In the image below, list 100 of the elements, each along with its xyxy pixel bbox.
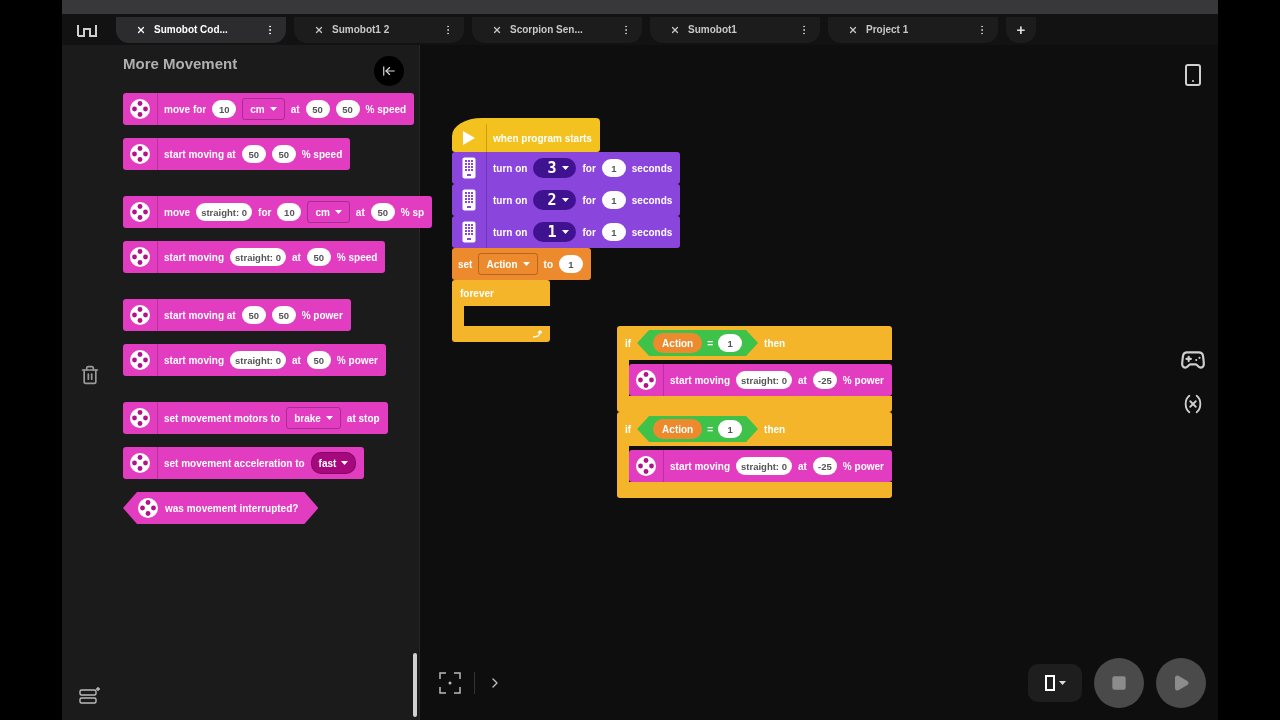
- close-icon[interactable]: [136, 24, 146, 35]
- block-label: when program starts: [493, 132, 592, 144]
- matrix-dropdown[interactable]: 1: [533, 222, 577, 242]
- dropdown[interactable]: cm: [307, 201, 350, 223]
- dropdown[interactable]: cm: [242, 98, 285, 120]
- code-block[interactable]: start moving straight: 0 at 50 % power: [123, 344, 386, 376]
- block-label: start moving: [164, 354, 224, 366]
- block-label: =: [707, 337, 714, 349]
- wheel-icon: [635, 369, 657, 391]
- block-label: start moving: [670, 374, 730, 386]
- value-input[interactable]: 1: [559, 255, 583, 273]
- value-input[interactable]: 1: [718, 334, 743, 352]
- variables-button[interactable]: [1182, 393, 1204, 415]
- value-input[interactable]: straight: 0: [196, 203, 253, 221]
- block-label: move for: [164, 103, 207, 115]
- block-label: % power: [301, 309, 343, 321]
- block-label: for: [582, 194, 596, 206]
- block-label: turn on: [493, 226, 528, 238]
- value-input[interactable]: 1: [601, 191, 626, 209]
- code-block[interactable]: start moving straight: 0 at 50 % speed: [123, 241, 386, 273]
- close-icon[interactable]: [670, 24, 680, 35]
- block-label: % power: [842, 374, 884, 386]
- wheel-icon: [129, 407, 151, 429]
- code-block[interactable]: turn on 2 for 1 seconds: [452, 184, 681, 216]
- value-input[interactable]: 1: [718, 420, 743, 438]
- wheel-icon: [129, 246, 151, 268]
- value-input[interactable]: straight: 0: [230, 248, 286, 266]
- dropdown[interactable]: brake: [286, 407, 341, 429]
- tab-label: Sumobot Cod...: [154, 24, 229, 35]
- value-input[interactable]: 50: [241, 306, 266, 324]
- close-icon[interactable]: [314, 24, 324, 35]
- play-button[interactable]: [1156, 658, 1206, 708]
- code-block[interactable]: set Action to 1: [452, 248, 591, 280]
- code-block[interactable]: set movement motors to brake at stop: [123, 402, 388, 434]
- value-input[interactable]: -25: [812, 457, 837, 475]
- value-input[interactable]: -25: [812, 371, 837, 389]
- c-block[interactable]: if Action = 1 then start moving straight: 0 at -25 % power: [617, 326, 892, 412]
- value-input[interactable]: 50: [271, 306, 296, 324]
- matrix-dropdown[interactable]: 3: [533, 158, 577, 178]
- close-icon[interactable]: [848, 24, 858, 35]
- matrix-dropdown[interactable]: 2: [533, 190, 577, 210]
- value-input[interactable]: straight: 0: [736, 457, 792, 475]
- value-input[interactable]: straight: 0: [230, 351, 286, 369]
- c-block[interactable]: if Action = 1 then start moving straight: 0 at -25 % power: [617, 412, 892, 498]
- value-input[interactable]: 10: [212, 100, 237, 118]
- project-tab[interactable]: Scorpion Sen...: [472, 16, 642, 43]
- caret-icon: [562, 230, 570, 234]
- value-input[interactable]: 50: [306, 351, 331, 369]
- value-input[interactable]: 50: [306, 248, 331, 266]
- block-label: then: [764, 337, 786, 349]
- block-label: for: [582, 226, 596, 238]
- block-label: % speed: [365, 103, 407, 115]
- scrollbar[interactable]: [413, 653, 417, 717]
- hub-icon: [462, 221, 476, 243]
- value-input[interactable]: 1: [601, 159, 626, 177]
- caret-icon: [334, 210, 342, 214]
- value-input[interactable]: 50: [370, 203, 395, 221]
- value-input[interactable]: 50: [335, 100, 360, 118]
- code-block[interactable]: move straight: 0 for 10 cm at 50 % sp: [123, 196, 433, 228]
- code-block[interactable]: turn on 3 for 1 seconds: [452, 152, 681, 184]
- variable-reporter: Action: [653, 419, 703, 439]
- close-icon[interactable]: [492, 24, 502, 35]
- dropdown[interactable]: fast: [310, 452, 357, 474]
- value-input[interactable]: 50: [271, 145, 296, 163]
- project-tab[interactable]: Sumobot1 2: [294, 16, 464, 43]
- add-tab-button[interactable]: +: [1006, 16, 1036, 43]
- caret-icon: [522, 262, 530, 266]
- project-tab[interactable]: Project 1: [828, 16, 998, 43]
- value-input[interactable]: 10: [277, 203, 302, 221]
- block-label: was movement interrupted?: [165, 502, 299, 514]
- code-block[interactable]: set movement acceleration to fast: [123, 447, 365, 479]
- code-block[interactable]: start moving at 50 50 % power: [123, 299, 351, 331]
- block-label: turn on: [493, 162, 528, 174]
- code-block[interactable]: start moving straight: 0 at -25 % power: [629, 450, 892, 482]
- wheel-icon: [635, 455, 657, 477]
- wheel-icon: [129, 452, 151, 474]
- project-tab[interactable]: Sumobot Cod...: [116, 16, 286, 43]
- value-input[interactable]: 50: [241, 145, 266, 163]
- collapse-button[interactable]: [374, 56, 404, 86]
- boolean-block[interactable]: was movement interrupted?: [123, 492, 319, 524]
- code-block[interactable]: turn on 1 for 1 seconds: [452, 216, 681, 248]
- blocks-icon[interactable]: [78, 686, 102, 706]
- matrix-button[interactable]: [1028, 664, 1082, 702]
- code-block[interactable]: move for 10 cm at 50 50 % speed: [123, 93, 415, 125]
- block-label: to: [543, 258, 553, 270]
- block-label: if: [625, 337, 632, 349]
- palette-title: More Movement: [123, 54, 238, 72]
- fit-icon[interactable]: [438, 671, 462, 695]
- code-block[interactable]: start moving at 50 50 % speed: [123, 138, 351, 170]
- block-label: start moving: [164, 251, 224, 263]
- code-block[interactable]: start moving straight: 0 at -25 % power: [629, 364, 892, 396]
- project-tab[interactable]: Sumobot1: [650, 16, 820, 43]
- block-label: % speed: [301, 148, 343, 160]
- stop-button[interactable]: [1094, 658, 1144, 708]
- block-label: start moving at: [164, 148, 236, 160]
- wheel-icon: [129, 304, 151, 326]
- value-input[interactable]: straight: 0: [736, 371, 792, 389]
- trash-icon[interactable]: [80, 365, 100, 385]
- value-input[interactable]: 50: [305, 100, 330, 118]
- value-input[interactable]: 1: [601, 223, 626, 241]
